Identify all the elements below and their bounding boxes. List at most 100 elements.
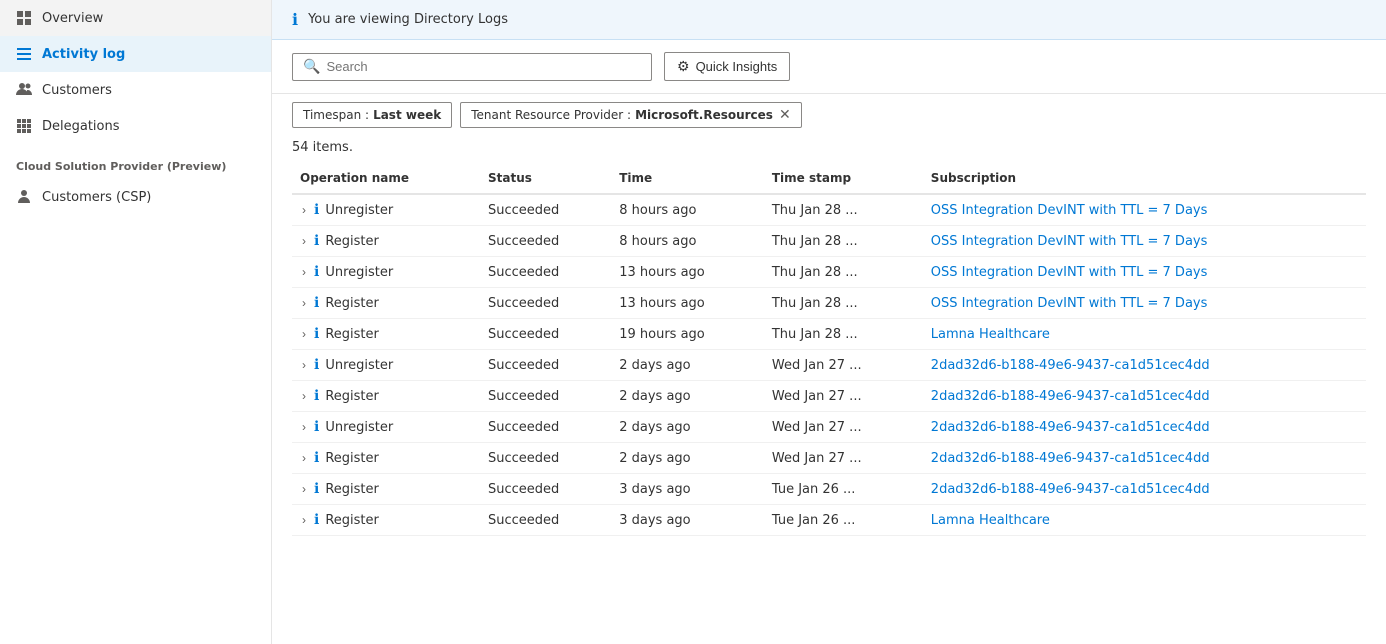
row-expand-button[interactable]: › (300, 265, 308, 279)
grid-icon (16, 10, 32, 26)
table-row: › ℹ Register Succeeded2 days agoWed Jan … (292, 381, 1366, 412)
operation-info-icon: ℹ (314, 419, 319, 435)
subscription-link[interactable]: OSS Integration DevINT with TTL = 7 Days (931, 203, 1208, 218)
cell-subscription[interactable]: OSS Integration DevINT with TTL = 7 Days (923, 194, 1366, 226)
sidebar-item-activity-log[interactable]: Activity log (0, 36, 271, 72)
subscription-link[interactable]: OSS Integration DevINT with TTL = 7 Days (931, 234, 1208, 249)
cell-status: Succeeded (480, 474, 611, 505)
cell-subscription[interactable]: Lamna Healthcare (923, 505, 1366, 536)
operation-name: Register (325, 513, 379, 528)
sidebar-item-label: Overview (42, 11, 103, 26)
table-row: › ℹ Register Succeeded2 days agoWed Jan … (292, 443, 1366, 474)
row-expand-button[interactable]: › (300, 513, 308, 527)
operation-name: Register (325, 389, 379, 404)
cell-subscription[interactable]: 2dad32d6-b188-49e6-9437-ca1d51cec4dd (923, 381, 1366, 412)
cell-time: 2 days ago (611, 412, 764, 443)
cell-timestamp: Wed Jan 27 ... (764, 381, 923, 412)
sidebar-item-customers[interactable]: Customers (0, 72, 271, 108)
items-count: 54 items. (272, 136, 1386, 163)
sidebar-item-overview[interactable]: Overview (0, 0, 271, 36)
subscription-link[interactable]: 2dad32d6-b188-49e6-9437-ca1d51cec4dd (931, 389, 1210, 404)
cell-time: 2 days ago (611, 381, 764, 412)
operation-info-icon: ℹ (314, 512, 319, 528)
subscription-link[interactable]: Lamna Healthcare (931, 327, 1050, 342)
main-content: ℹ You are viewing Directory Logs 🔍 ⚙ Qui… (272, 0, 1386, 644)
activity-table: Operation nameStatusTimeTime stampSubscr… (292, 163, 1366, 536)
operation-name: Unregister (325, 358, 393, 373)
operation-info-icon: ℹ (314, 326, 319, 342)
table-row: › ℹ Register Succeeded13 hours agoThu Ja… (292, 288, 1366, 319)
subscription-link[interactable]: Lamna Healthcare (931, 513, 1050, 528)
operation-info-icon: ℹ (314, 264, 319, 280)
sidebar-section-label: Cloud Solution Provider (Preview) (0, 144, 271, 179)
toolbar: 🔍 ⚙ Quick Insights (272, 40, 1386, 94)
row-expand-button[interactable]: › (300, 420, 308, 434)
sidebar-item-label: Customers (42, 83, 112, 98)
subscription-link[interactable]: 2dad32d6-b188-49e6-9437-ca1d51cec4dd (931, 451, 1210, 466)
cell-time: 2 days ago (611, 443, 764, 474)
subscription-link[interactable]: 2dad32d6-b188-49e6-9437-ca1d51cec4dd (931, 358, 1210, 373)
cell-subscription[interactable]: 2dad32d6-b188-49e6-9437-ca1d51cec4dd (923, 474, 1366, 505)
sidebar: Overview Activity log Customers Delegati… (0, 0, 272, 644)
quick-insights-button[interactable]: ⚙ Quick Insights (664, 52, 790, 81)
cell-operation: › ℹ Unregister (292, 194, 480, 226)
filter-chip-0[interactable]: Timespan : Last week (292, 102, 452, 128)
cell-status: Succeeded (480, 257, 611, 288)
cell-timestamp: Wed Jan 27 ... (764, 443, 923, 474)
row-expand-button[interactable]: › (300, 389, 308, 403)
cell-subscription[interactable]: 2dad32d6-b188-49e6-9437-ca1d51cec4dd (923, 412, 1366, 443)
subscription-link[interactable]: OSS Integration DevINT with TTL = 7 Days (931, 296, 1208, 311)
cell-operation: › ℹ Register (292, 505, 480, 536)
cell-status: Succeeded (480, 443, 611, 474)
row-expand-button[interactable]: › (300, 482, 308, 496)
operation-name: Unregister (325, 203, 393, 218)
cell-time: 13 hours ago (611, 257, 764, 288)
table-header-time: Time (611, 163, 764, 194)
sidebar-item-delegations[interactable]: Delegations (0, 108, 271, 144)
cell-status: Succeeded (480, 412, 611, 443)
filter-close-icon[interactable]: ✕ (779, 107, 791, 123)
search-icon: 🔍 (303, 59, 320, 75)
search-box[interactable]: 🔍 (292, 53, 652, 81)
row-expand-button[interactable]: › (300, 451, 308, 465)
row-expand-button[interactable]: › (300, 234, 308, 248)
subscription-link[interactable]: OSS Integration DevINT with TTL = 7 Days (931, 265, 1208, 280)
cell-status: Succeeded (480, 226, 611, 257)
row-expand-button[interactable]: › (300, 203, 308, 217)
info-banner: ℹ You are viewing Directory Logs (272, 0, 1386, 40)
cell-status: Succeeded (480, 505, 611, 536)
cell-timestamp: Tue Jan 26 ... (764, 474, 923, 505)
cell-subscription[interactable]: OSS Integration DevINT with TTL = 7 Days (923, 226, 1366, 257)
table-header-subscription: Subscription (923, 163, 1366, 194)
cell-subscription[interactable]: 2dad32d6-b188-49e6-9437-ca1d51cec4dd (923, 350, 1366, 381)
cell-operation: › ℹ Register (292, 226, 480, 257)
operation-name: Unregister (325, 420, 393, 435)
cell-subscription[interactable]: 2dad32d6-b188-49e6-9437-ca1d51cec4dd (923, 443, 1366, 474)
table-row: › ℹ Unregister Succeeded2 days agoWed Ja… (292, 412, 1366, 443)
cell-subscription[interactable]: OSS Integration DevINT with TTL = 7 Days (923, 288, 1366, 319)
search-input[interactable] (326, 59, 641, 74)
sidebar-item-label: Delegations (42, 119, 120, 134)
table-header-time-stamp: Time stamp (764, 163, 923, 194)
row-expand-button[interactable]: › (300, 358, 308, 372)
subscription-link[interactable]: 2dad32d6-b188-49e6-9437-ca1d51cec4dd (931, 482, 1210, 497)
quick-insights-label: Quick Insights (696, 59, 778, 74)
table-row: › ℹ Unregister Succeeded13 hours agoThu … (292, 257, 1366, 288)
table-row: › ℹ Unregister Succeeded2 days agoWed Ja… (292, 350, 1366, 381)
operation-name: Register (325, 451, 379, 466)
cell-operation: › ℹ Unregister (292, 257, 480, 288)
cell-subscription[interactable]: Lamna Healthcare (923, 319, 1366, 350)
info-banner-text: You are viewing Directory Logs (308, 12, 508, 27)
table-row: › ℹ Register Succeeded3 days agoTue Jan … (292, 474, 1366, 505)
row-expand-button[interactable]: › (300, 327, 308, 341)
subscription-link[interactable]: 2dad32d6-b188-49e6-9437-ca1d51cec4dd (931, 420, 1210, 435)
cell-timestamp: Thu Jan 28 ... (764, 257, 923, 288)
cell-subscription[interactable]: OSS Integration DevINT with TTL = 7 Days (923, 257, 1366, 288)
person-icon (16, 189, 32, 205)
filters-row: Timespan : Last week Tenant Resource Pro… (272, 94, 1386, 136)
row-expand-button[interactable]: › (300, 296, 308, 310)
cell-status: Succeeded (480, 381, 611, 412)
sidebar-item-customers-csp[interactable]: Customers (CSP) (0, 179, 271, 215)
apps-icon (16, 118, 32, 134)
filter-chip-1[interactable]: Tenant Resource Provider : Microsoft.Res… (460, 102, 801, 128)
